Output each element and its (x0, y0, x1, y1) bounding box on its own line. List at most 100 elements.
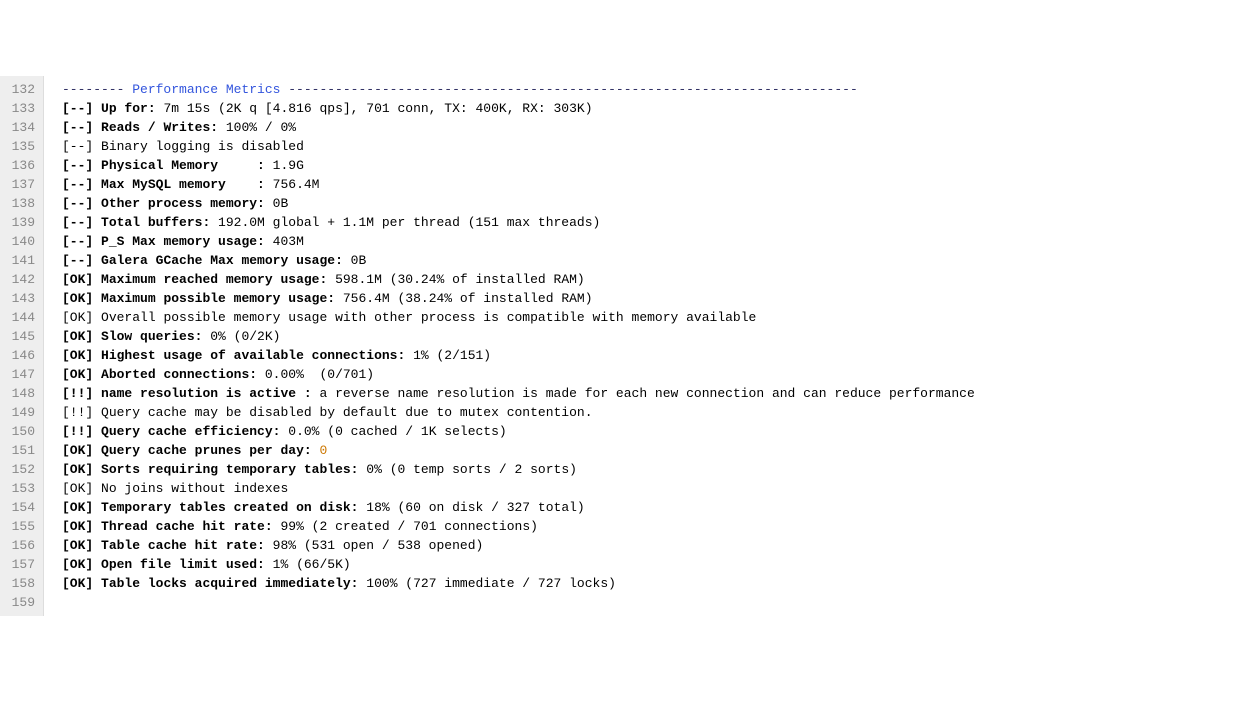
metric-label: name resolution is active : (101, 386, 312, 401)
header-title: Performance Metrics (132, 82, 280, 97)
line-number: 143 (6, 289, 35, 308)
metric-label: Slow queries: (101, 329, 202, 344)
status-tag: [--] (62, 158, 93, 173)
code-line: [OK] Overall possible memory usage with … (62, 308, 975, 327)
metric-value: 100% (727 immediate / 727 locks) (358, 576, 615, 591)
code-line: [--] Total buffers: 192.0M global + 1.1M… (62, 213, 975, 232)
line-number: 153 (6, 479, 35, 498)
metric-label: Physical Memory : (101, 158, 265, 173)
code-line: [OK] Table locks acquired immediately: 1… (62, 574, 975, 593)
line-number: 137 (6, 175, 35, 194)
status-tag: [OK] (62, 310, 93, 325)
line-number: 151 (6, 441, 35, 460)
metric-value: 0B (265, 196, 288, 211)
code-line (62, 593, 975, 612)
status-tag: [--] (62, 120, 93, 135)
metric-value: 598.1M (30.24% of installed RAM) (327, 272, 584, 287)
line-number: 149 (6, 403, 35, 422)
line-number: 157 (6, 555, 35, 574)
header-dash-right: ----------------------------------------… (280, 82, 857, 97)
metric-value: No joins without indexes (101, 481, 288, 496)
line-number: 152 (6, 460, 35, 479)
code-line: [OK] Aborted connections: 0.00% (0/701) (62, 365, 975, 384)
line-number: 145 (6, 327, 35, 346)
code-line: [--] Binary logging is disabled (62, 137, 975, 156)
metric-label: Galera GCache Max memory usage: (101, 253, 343, 268)
metric-label: Sorts requiring temporary tables: (101, 462, 358, 477)
status-tag: [OK] (62, 500, 93, 515)
metric-value: 192.0M global + 1.1M per thread (151 max… (210, 215, 600, 230)
code-line: [--] P_S Max memory usage: 403M (62, 232, 975, 251)
metric-value: 1% (66/5K) (265, 557, 351, 572)
status-tag: [--] (62, 101, 93, 116)
metric-value: 98% (531 open / 538 opened) (265, 538, 483, 553)
code-line: [OK] Open file limit used: 1% (66/5K) (62, 555, 975, 574)
code-line: [--] Galera GCache Max memory usage: 0B (62, 251, 975, 270)
line-number: 132 (6, 80, 35, 99)
status-tag: [OK] (62, 462, 93, 477)
code-line: [--] Other process memory: 0B (62, 194, 975, 213)
metric-value: 0B (343, 253, 366, 268)
code-line: [--] Reads / Writes: 100% / 0% (62, 118, 975, 137)
metric-value: 0% (0/2K) (202, 329, 280, 344)
metric-label: Highest usage of available connections: (101, 348, 405, 363)
line-number: 158 (6, 574, 35, 593)
code-line: [OK] Sorts requiring temporary tables: 0… (62, 460, 975, 479)
line-number: 146 (6, 346, 35, 365)
status-tag: [OK] (62, 272, 93, 287)
line-number: 135 (6, 137, 35, 156)
code-line: [!!] name resolution is active : a rever… (62, 384, 975, 403)
code-line: [OK] Thread cache hit rate: 99% (2 creat… (62, 517, 975, 536)
status-tag: [OK] (62, 557, 93, 572)
metric-label: Thread cache hit rate: (101, 519, 273, 534)
status-tag: [--] (62, 215, 93, 230)
code-line: [!!] Query cache efficiency: 0.0% (0 cac… (62, 422, 975, 441)
metric-label: Max MySQL memory : (101, 177, 265, 192)
status-tag: [OK] (62, 367, 93, 382)
metric-value: Binary logging is disabled (101, 139, 304, 154)
line-number: 140 (6, 232, 35, 251)
code-line: [OK] No joins without indexes (62, 479, 975, 498)
status-tag: [OK] (62, 519, 93, 534)
line-number: 148 (6, 384, 35, 403)
line-number: 154 (6, 498, 35, 517)
header-dash-left: -------- (62, 82, 132, 97)
status-tag: [OK] (62, 538, 93, 553)
metric-label: Temporary tables created on disk: (101, 500, 358, 515)
metric-value: 1% (2/151) (405, 348, 491, 363)
line-number: 144 (6, 308, 35, 327)
status-tag: [OK] (62, 576, 93, 591)
line-number: 147 (6, 365, 35, 384)
status-tag: [--] (62, 234, 93, 249)
line-number-gutter: 1321331341351361371381391401411421431441… (0, 76, 44, 616)
metric-label: Maximum possible memory usage: (101, 291, 335, 306)
status-tag: [--] (62, 253, 93, 268)
line-number: 141 (6, 251, 35, 270)
code-line: [OK] Slow queries: 0% (0/2K) (62, 327, 975, 346)
metric-value: 100% / 0% (218, 120, 296, 135)
code-line: [OK] Query cache prunes per day: 0 (62, 441, 975, 460)
line-number: 150 (6, 422, 35, 441)
metric-label: Maximum reached memory usage: (101, 272, 327, 287)
code-line: [OK] Maximum reached memory usage: 598.1… (62, 270, 975, 289)
code-content[interactable]: -------- Performance Metrics -----------… (44, 76, 975, 616)
code-line: [--] Max MySQL memory : 756.4M (62, 175, 975, 194)
status-tag: [--] (62, 177, 93, 192)
metric-value: a reverse name resolution is made for ea… (312, 386, 975, 401)
line-number: 142 (6, 270, 35, 289)
metric-value: 1.9G (265, 158, 304, 173)
metric-label: P_S Max memory usage: (101, 234, 265, 249)
code-line: [--] Up for: 7m 15s (2K q [4.816 qps], 7… (62, 99, 975, 118)
line-number: 155 (6, 517, 35, 536)
line-number: 156 (6, 536, 35, 555)
metric-value: 0% (0 temp sorts / 2 sorts) (358, 462, 576, 477)
metric-value: 7m 15s (2K q [4.816 qps], 701 conn, TX: … (156, 101, 593, 116)
line-number: 133 (6, 99, 35, 118)
metric-value: 756.4M (265, 177, 320, 192)
metric-label: Reads / Writes: (101, 120, 218, 135)
metric-label: Query cache prunes per day: (101, 443, 312, 458)
status-tag: [OK] (62, 348, 93, 363)
code-line: [OK] Temporary tables created on disk: 1… (62, 498, 975, 517)
metric-value: 756.4M (38.24% of installed RAM) (335, 291, 592, 306)
code-line: [OK] Table cache hit rate: 98% (531 open… (62, 536, 975, 555)
